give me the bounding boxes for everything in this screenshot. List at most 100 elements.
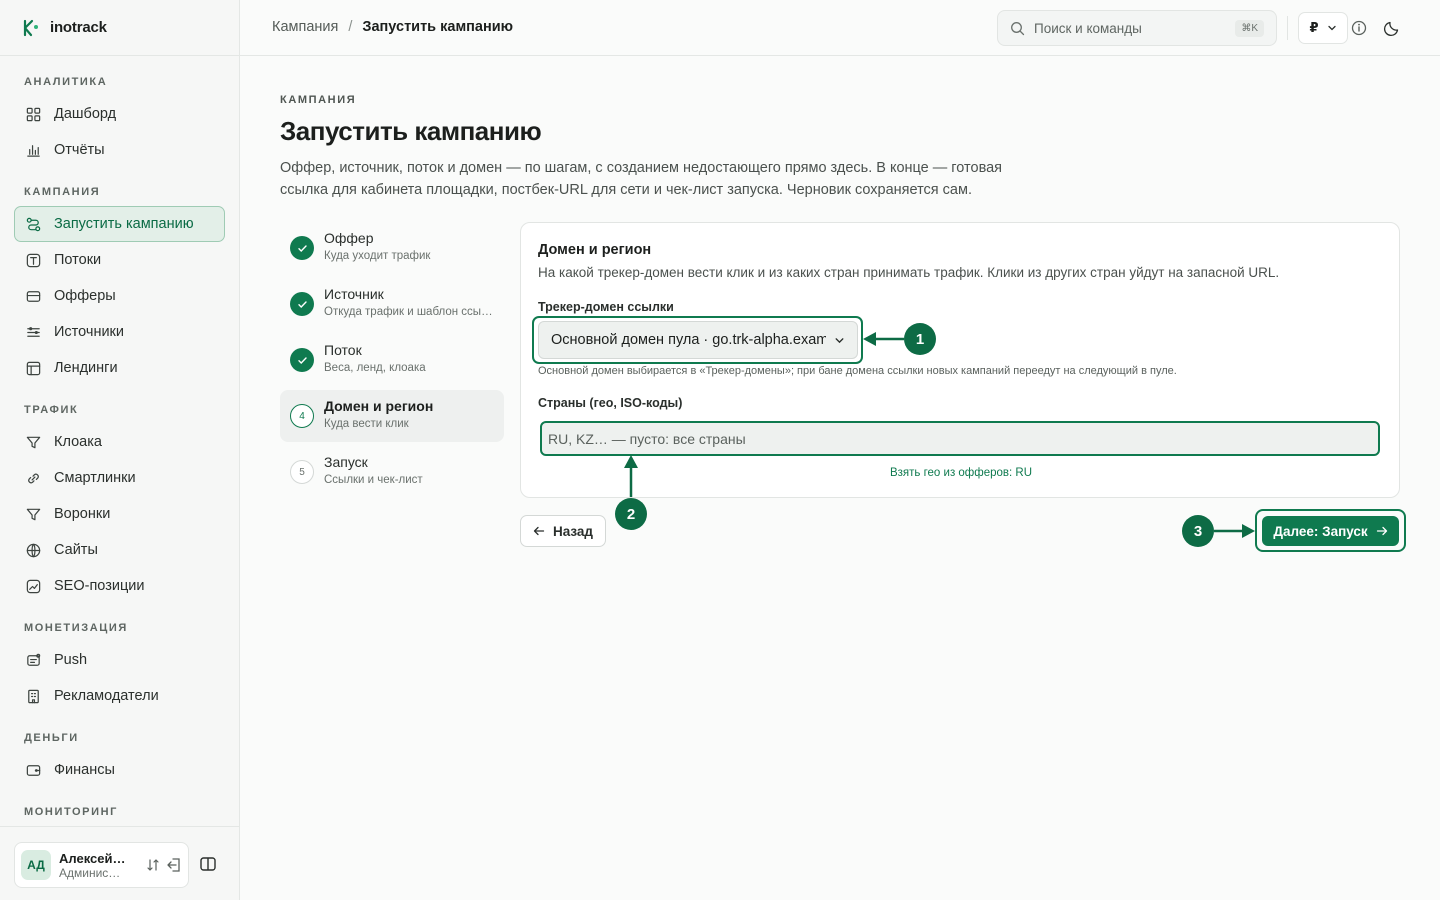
search-bar[interactable]: Поиск и команды ⌘K (997, 10, 1277, 46)
domain-label: Трекер-домен ссылки (538, 300, 674, 314)
sidebar-item[interactable]: Запустить кампанию (14, 206, 225, 242)
step-subtitle: Откуда трафик и шаблон ссы… (324, 306, 493, 318)
chevron-down-icon (835, 337, 844, 343)
domain-value: Основной домен пула · go.trk-alpha.examp… (551, 332, 826, 348)
arrow-right-icon (1376, 526, 1387, 536)
sidebar-item[interactable]: Воронки (14, 496, 225, 532)
offer-icon (26, 290, 41, 302)
annotation-badge-2: 2 (615, 498, 647, 530)
sidebar-item[interactable]: Отчёты (14, 132, 225, 168)
step-title: Запуск (324, 454, 368, 470)
globe-icon (26, 543, 41, 557)
sidebar-item[interactable]: Сайты (14, 532, 225, 568)
domain-region-card: Домен и регион На какой трекер-домен вес… (520, 222, 1400, 498)
breadcrumb-parent[interactable]: Кампания (272, 19, 338, 35)
info-icon[interactable] (1350, 19, 1368, 37)
chart-icon (27, 144, 40, 157)
switch-account-icon[interactable] (146, 858, 160, 872)
back-button[interactable]: Назад (520, 515, 606, 547)
arrow-left-icon (533, 526, 545, 536)
geo-label: Страны (гео, ISO-коды) (538, 396, 683, 410)
logo-icon (23, 19, 38, 36)
sidebar-item[interactable]: Рекламодатели (14, 678, 225, 714)
sidebar-item[interactable]: SEO-позиции (14, 568, 225, 604)
sidebar-toggle-icon[interactable] (199, 855, 217, 873)
search-placeholder: Поиск и команды (1034, 20, 1142, 36)
geo-input[interactable] (540, 421, 1380, 456)
sidebar-item-label: Запустить кампанию (54, 216, 194, 232)
sidebar-item-label: Источники (54, 324, 125, 340)
sidebar-item[interactable]: Лендинги (14, 350, 225, 386)
step-title: Источник (324, 286, 384, 302)
brand-name: inotrack (50, 19, 107, 36)
page-title: Запустить кампанию (280, 116, 542, 146)
tracker-domain-select[interactable]: Основной домен пула · go.trk-alpha.examp… (538, 321, 858, 359)
step-title: Оффер (324, 230, 374, 246)
arrow-3-head (1242, 524, 1255, 538)
sidebar-nav: АНАЛИТИКА Дашборд Отчёты КАМПАНИЯ Запустить … (0, 56, 239, 826)
route-icon (26, 217, 41, 231)
user-area: АД Алексей… Админис… (0, 826, 239, 900)
topbar: Кампания / Запустить кампанию Поиск и ко… (240, 0, 1440, 56)
nav-section-title: ДЕНЬГИ (24, 732, 79, 744)
building-icon (28, 689, 39, 703)
nav-section-title: МОНИТОРИНГ (24, 806, 118, 818)
wizard-steps: Оффер Куда уходит трафик Источник Откуда тр… (280, 222, 504, 502)
sidebar-item-label: Офферы (54, 288, 116, 304)
chevron-down-icon (1327, 25, 1336, 31)
sidebar-item[interactable]: Дашборд (14, 96, 225, 132)
avatar: АД (21, 850, 51, 880)
wizard-step[interactable]: Оффер Куда уходит трафик (280, 222, 504, 274)
page-eyebrow: КАМПАНИЯ (280, 94, 357, 106)
sidebar-item[interactable]: Потоки (14, 242, 225, 278)
step-number: 5 (290, 460, 314, 484)
step-title: Домен и регион (324, 398, 434, 414)
user-card[interactable]: АД Алексей… Админис… (14, 842, 189, 888)
wizard-step[interactable]: 4 Домен и регион Куда вести клик (280, 390, 504, 442)
logout-icon[interactable] (166, 857, 182, 873)
sidebar-item-label: Лендинги (54, 360, 118, 376)
sidebar-item-label: SEO-позиции (54, 578, 145, 594)
check-icon (290, 348, 314, 372)
sidebar-item[interactable]: Смартлинки (14, 460, 225, 496)
step-subtitle: Ссылки и чек-лист (324, 474, 423, 486)
sidebar-item-label: Рекламодатели (54, 688, 159, 704)
user-role: Админис… (59, 865, 121, 880)
card-title: Домен и регион (538, 242, 652, 258)
sidebar-item[interactable]: Клоака (14, 424, 225, 460)
sidebar-item[interactable]: Финансы (14, 752, 225, 788)
sidebar-item-label: Смартлинки (54, 470, 136, 486)
breadcrumb-current: Запустить кампанию (362, 19, 514, 35)
source-icon (27, 326, 40, 337)
search-icon (1011, 21, 1025, 35)
link-icon (28, 473, 39, 483)
currency-select[interactable]: ₽ (1298, 12, 1348, 44)
sidebar-item[interactable]: Push (14, 642, 225, 678)
sidebar-item-label: Отчёты (54, 142, 105, 158)
wizard-step[interactable]: Источник Откуда трафик и шаблон ссы… (280, 278, 504, 330)
annotation-badge-3: 3 (1182, 515, 1214, 547)
sidebar-item-label: Клоака (54, 434, 102, 450)
search-shortcut: ⌘K (1235, 19, 1264, 37)
sidebar-item-label: Финансы (54, 762, 115, 778)
nav-section-title: КАМПАНИЯ (24, 186, 101, 198)
breadcrumb: Кампания / Запустить кампанию (272, 19, 513, 35)
sidebar-item-label: Потоки (54, 252, 102, 268)
geo-from-offers-link[interactable]: Взять гео из офферов: RU (521, 467, 1401, 479)
step-title: Поток (324, 342, 362, 358)
flow-icon (26, 253, 41, 267)
seo-icon (26, 579, 41, 593)
step-subtitle: Веса, ленд, клоака (324, 362, 426, 374)
moon-icon[interactable] (1383, 19, 1401, 37)
sidebar-item[interactable]: Офферы (14, 278, 225, 314)
wizard-step[interactable]: 5 Запуск Ссылки и чек-лист (280, 446, 504, 498)
sidebar-item-label: Дашборд (54, 106, 117, 122)
domain-hint: Основной домен выбирается в «Трекер-доме… (538, 365, 1177, 377)
wizard-step[interactable]: Поток Веса, ленд, клоака (280, 334, 504, 386)
funnel-icon (26, 508, 41, 520)
user-name: Алексей… (59, 850, 126, 866)
page-description: Оффер, источник, поток и домен — по шага… (280, 160, 1003, 198)
brand[interactable]: inotrack (0, 0, 239, 56)
next-button[interactable]: Далее: Запуск (1262, 516, 1399, 546)
sidebar-item[interactable]: Источники (14, 314, 225, 350)
